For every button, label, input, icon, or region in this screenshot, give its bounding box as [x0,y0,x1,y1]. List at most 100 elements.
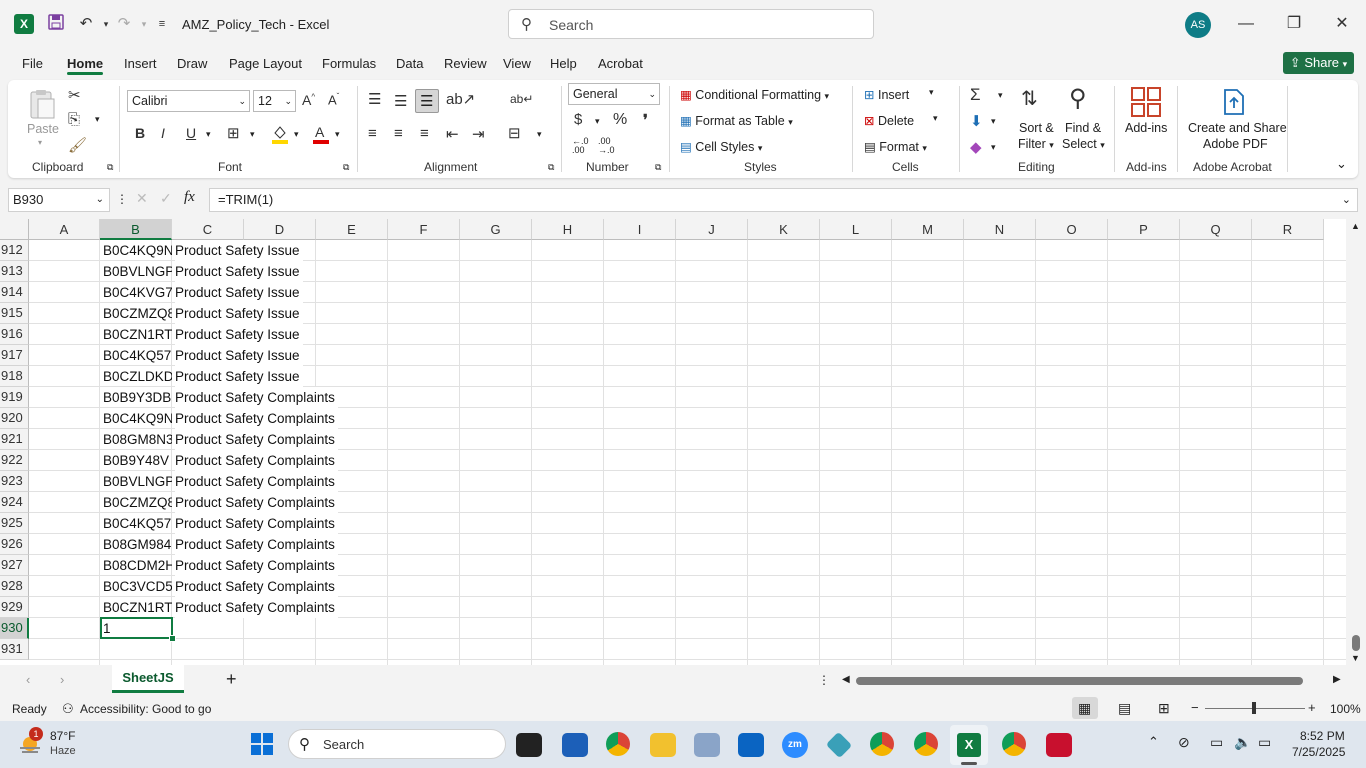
battery-icon[interactable]: ▭ [1258,734,1271,751]
column-header-g[interactable]: G [460,219,532,240]
increase-indent-icon[interactable]: ⇥ [472,125,485,143]
chrome-profile-icon[interactable] [870,732,894,756]
row-header-921[interactable]: 921 [0,429,29,450]
cell-b913[interactable]: B0BVLNGP [103,261,172,282]
redo-dropdown-icon[interactable]: ▾ [134,14,154,34]
row-header-922[interactable]: 922 [0,450,29,471]
font-family-select[interactable]: Calibri ⌄ [127,90,250,112]
cell-b922[interactable]: B0B9Y48V [103,450,172,471]
column-header-q[interactable]: Q [1180,219,1252,240]
column-header-c[interactable]: C [172,219,244,240]
align-middle-icon[interactable]: ☰ [394,92,407,110]
row-header-912[interactable]: 912 [0,240,29,261]
select-all-corner[interactable] [0,219,29,240]
paste-icon[interactable] [26,88,58,120]
column-header-l[interactable]: L [820,219,892,240]
collapse-ribbon-icon[interactable]: ⌄ [1336,156,1347,172]
alignment-launcher-icon[interactable]: ⧉ [548,162,554,173]
cell-b923[interactable]: B0BVLNGP [103,471,172,492]
column-header-f[interactable]: F [388,219,460,240]
create-pdf-icon[interactable] [1220,88,1248,116]
chrome-profile-3-icon[interactable] [1002,732,1026,756]
row-header-915[interactable]: 915 [0,303,29,324]
selected-cell-b930[interactable] [100,617,173,639]
cell-c918[interactable]: Product Safety Issue [175,366,303,387]
orientation-icon[interactable]: ab↗ [446,90,475,108]
fill-dropdown-icon[interactable]: ▾ [991,116,996,127]
tab-home[interactable]: Home [67,56,103,71]
cell-c929[interactable]: Product Safety Complaints [175,597,338,618]
insert-function-icon[interactable]: fx [184,189,195,206]
borders-dropdown-icon[interactable]: ▾ [250,129,255,140]
name-box[interactable]: B930 ⌄ [8,188,110,212]
align-bottom-button[interactable]: ☰ [415,89,439,113]
scroll-up-icon[interactable]: ▲ [1351,221,1360,231]
cut-icon[interactable]: ✂ [68,86,81,104]
prev-sheet-icon[interactable]: ‹ [26,672,30,687]
cell-c917[interactable]: Product Safety Issue [175,345,303,366]
cell-c916[interactable]: Product Safety Issue [175,324,303,345]
display-icon[interactable]: ▭ [1210,734,1223,751]
copy-dropdown-icon[interactable]: ▾ [95,114,100,125]
cell-b929[interactable]: B0CZN1RT [103,597,172,618]
fill-icon[interactable]: ⬇ [970,112,983,130]
fill-color-dropdown-icon[interactable]: ▾ [294,129,299,140]
cell-b926[interactable]: B08GM984 [103,534,172,555]
cell-c924[interactable]: Product Safety Complaints [175,492,338,513]
store-icon[interactable] [562,733,588,757]
save-icon[interactable] [46,14,66,34]
acrobat-icon[interactable] [1046,733,1072,757]
number-launcher-icon[interactable]: ⧉ [655,162,661,173]
cell-b918[interactable]: B0CZLDKD [103,366,172,387]
row-header-926[interactable]: 926 [0,534,29,555]
fill-handle[interactable] [169,635,176,642]
cell-b927[interactable]: B08CDM2H [103,555,172,576]
tab-help[interactable]: Help [550,56,577,71]
worksheet-grid[interactable]: A B C D E F G H I J K L M N O P Q R 912 B0C4KQ9N Product Saf… [0,219,1346,665]
column-header-b[interactable]: B [100,219,172,240]
align-left-icon[interactable]: ≡ [368,125,377,142]
create-pdf-label-1[interactable]: Create and Share [1188,121,1287,135]
task-view-icon[interactable] [516,733,542,757]
cell-c928[interactable]: Product Safety Complaints [175,576,338,597]
add-ins-button[interactable]: Add-ins [1125,121,1167,135]
merge-dropdown-icon[interactable]: ▾ [537,129,542,140]
paste-label[interactable]: Paste [27,122,59,136]
formula-input[interactable]: =TRIM(1) ⌄ [209,188,1358,212]
zoom-out-icon[interactable]: − [1191,700,1199,715]
file-explorer-icon[interactable] [650,733,676,757]
tab-formulas[interactable]: Formulas [322,56,376,71]
row-header-929[interactable]: 929 [0,597,29,618]
borders-icon[interactable]: ⊞ [227,124,240,142]
vertical-scrollbar[interactable]: ▲ ▼ [1346,219,1366,665]
accessibility-status[interactable]: Accessibility: Good to go [80,702,211,716]
column-header-k[interactable]: K [748,219,820,240]
cell-c912[interactable]: Product Safety Issue [175,240,303,261]
add-sheet-button[interactable]: + [226,669,237,690]
underline-button[interactable]: U [186,125,196,141]
tab-data[interactable]: Data [396,56,423,71]
column-header-i[interactable]: I [604,219,676,240]
italic-button[interactable]: I [161,125,165,141]
cell-c925[interactable]: Product Safety Complaints [175,513,338,534]
row-header-919[interactable]: 919 [0,387,29,408]
tab-draw[interactable]: Draw [177,56,207,71]
row-header-931[interactable]: 931 [0,639,29,660]
chrome-profile-2-icon[interactable] [914,732,938,756]
cell-c922[interactable]: Product Safety Complaints [175,450,338,471]
wrap-text-icon[interactable]: ab↵ [510,92,533,106]
cell-c921[interactable]: Product Safety Complaints [175,429,338,450]
cell-b915[interactable]: B0CZMZQ8 [103,303,172,324]
cell-b920[interactable]: B0C4KQ9N [103,408,172,429]
font-launcher-icon[interactable]: ⧉ [343,162,349,173]
decrease-indent-icon[interactable]: ⇤ [446,125,459,143]
weather-temp[interactable]: 87°F [50,729,75,743]
find-select-label-1[interactable]: Find & [1065,121,1101,135]
sort-filter-button[interactable]: Filter ▾ [1018,137,1054,151]
windows-start-icon[interactable] [250,732,274,756]
zoom-level[interactable]: 100% [1330,702,1361,716]
column-header-h[interactable]: H [532,219,604,240]
zoom-slider-thumb[interactable] [1252,702,1256,714]
column-header-r[interactable]: R [1252,219,1324,240]
cell-b916[interactable]: B0CZN1RT [103,324,172,345]
